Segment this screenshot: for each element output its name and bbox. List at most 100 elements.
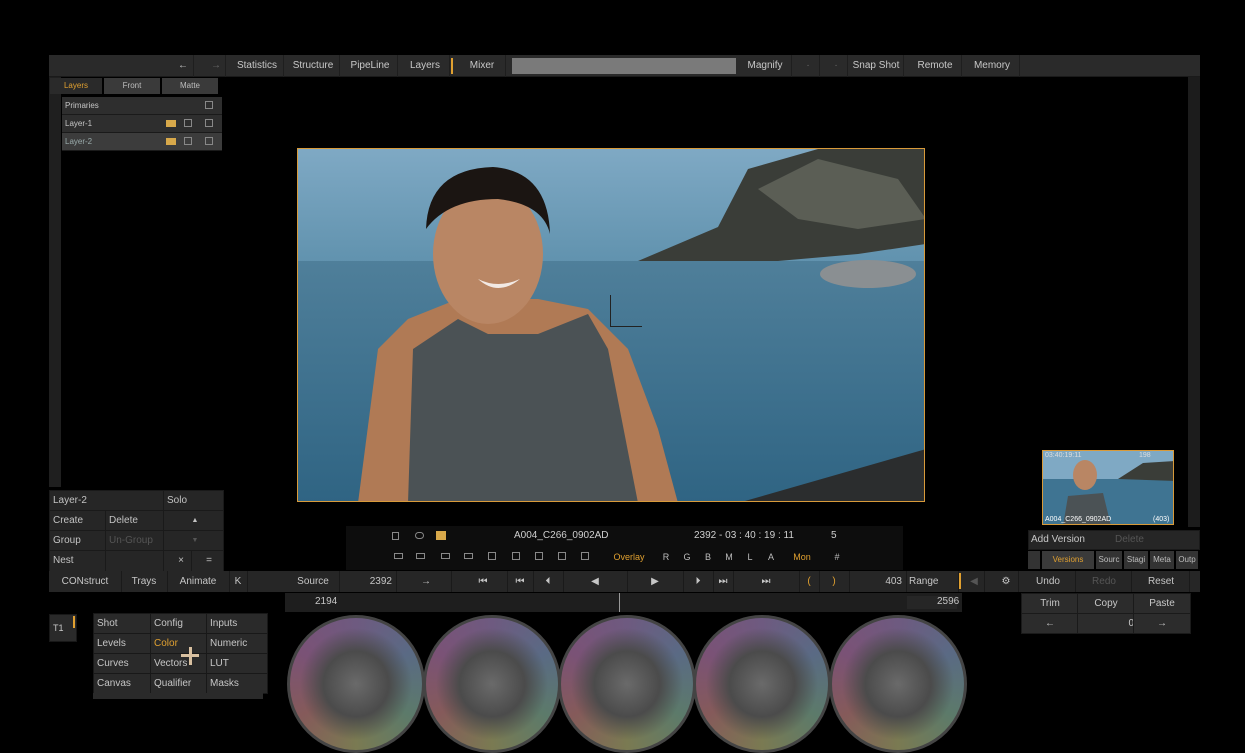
color-wheel-2[interactable] xyxy=(423,615,561,753)
dot-button-2[interactable]: · xyxy=(825,55,848,77)
next-key-icon[interactable]: ⏭ xyxy=(713,571,734,592)
tool-curves[interactable]: Curves xyxy=(93,653,155,674)
delete-layer-button[interactable]: Delete xyxy=(105,510,168,532)
resize-icon[interactable] xyxy=(581,552,589,560)
fullscreen-icon[interactable] xyxy=(558,552,566,560)
menu-statistics[interactable]: Statistics xyxy=(231,55,284,77)
go-start-icon[interactable]: ⏮ xyxy=(459,571,508,592)
source-button[interactable]: Source xyxy=(287,571,340,592)
tab-matte[interactable]: Matte xyxy=(162,78,218,94)
copy-button[interactable]: Copy xyxy=(1077,593,1135,614)
menu-pipeline[interactable]: PipeLine xyxy=(343,55,398,77)
frame-field[interactable]: 2392 xyxy=(339,571,397,592)
color-wheel-4[interactable] xyxy=(693,615,831,753)
left-scrollbar[interactable] xyxy=(49,77,61,487)
tab-output[interactable]: Outp xyxy=(1176,551,1198,569)
timeline-scrubber[interactable]: 2194 2596 xyxy=(285,593,962,612)
tool-canvas[interactable]: Canvas xyxy=(93,673,155,694)
equal-icon[interactable]: = xyxy=(191,550,224,572)
tool-inputs[interactable]: Inputs xyxy=(206,613,268,634)
lock-icon[interactable] xyxy=(392,532,399,540)
ungroup-button[interactable]: Un-Group xyxy=(105,530,168,552)
construct-button[interactable]: CONstruct xyxy=(49,571,122,592)
zoom-in-icon[interactable] xyxy=(512,552,520,560)
offset-field[interactable]: 0 xyxy=(1077,613,1139,634)
redo-button[interactable]: Redo xyxy=(1077,571,1132,592)
tab-meta[interactable]: Meta xyxy=(1150,551,1174,569)
playhead[interactable] xyxy=(619,593,620,612)
undo-button[interactable]: Undo xyxy=(1021,571,1076,592)
forward-arrow-icon[interactable]: → xyxy=(207,55,226,77)
dot-button-1[interactable]: · xyxy=(797,55,820,77)
go-end-icon[interactable]: ⏭ xyxy=(733,571,800,592)
tab-stage[interactable]: Stagi xyxy=(1124,551,1148,569)
image-viewer[interactable] xyxy=(297,148,925,502)
version-thumbnail[interactable]: 03:40:19:11 198 A004_C266_0902AD (403) xyxy=(1042,450,1174,525)
channel-r[interactable]: R xyxy=(659,550,673,564)
color-wheel-3[interactable] xyxy=(558,615,696,753)
nest-field[interactable] xyxy=(105,550,168,572)
tab-versions[interactable]: Versions xyxy=(1042,551,1094,569)
version-tab-handle[interactable] xyxy=(1028,551,1040,569)
range-left-icon[interactable]: ◀ xyxy=(964,571,985,592)
menu-snapshot[interactable]: Snap Shot xyxy=(849,55,904,77)
right-scrollbar[interactable] xyxy=(1188,77,1200,527)
link-icon[interactable] xyxy=(415,532,424,539)
play-reverse-icon[interactable]: ◀ xyxy=(563,571,628,592)
mon-button[interactable]: Mon xyxy=(787,550,817,564)
keyframe-button[interactable]: K xyxy=(229,571,248,592)
tool-masks[interactable]: Masks xyxy=(206,673,268,694)
monitor-icon[interactable] xyxy=(205,137,213,145)
menu-memory[interactable]: Memory xyxy=(965,55,1020,77)
clip-color-swatch[interactable] xyxy=(436,531,446,540)
step-back-icon[interactable]: ⏴ xyxy=(533,571,564,592)
layer-color-swatch[interactable] xyxy=(166,138,176,145)
tool-config[interactable]: Config xyxy=(150,613,211,634)
nest-button[interactable]: Nest xyxy=(49,550,110,572)
tab-front[interactable]: Front xyxy=(104,78,160,94)
zoom-out-icon[interactable] xyxy=(488,552,496,560)
monitor-icon[interactable] xyxy=(205,101,213,109)
tool-qualifier[interactable]: Qualifier xyxy=(150,673,211,694)
group-button[interactable]: Group xyxy=(49,530,110,552)
next-arrow-icon[interactable]: → xyxy=(1133,613,1191,634)
channel-m[interactable]: M xyxy=(722,550,736,564)
prev-arrow-icon[interactable]: ← xyxy=(1021,613,1079,634)
tab-source[interactable]: Sourc xyxy=(1096,551,1122,569)
monitor-icon[interactable] xyxy=(205,119,213,127)
layer-color-swatch[interactable] xyxy=(166,120,176,127)
solo-button[interactable]: Solo xyxy=(163,490,224,512)
step-forward-icon[interactable]: ⏵ xyxy=(683,571,714,592)
menu-mixer[interactable]: Mixer xyxy=(459,55,506,77)
visibility-icon[interactable] xyxy=(184,119,192,127)
layer-row-layer-1[interactable]: Layer-1 xyxy=(62,115,222,133)
tool-lut[interactable]: LUT xyxy=(206,653,268,674)
layer-row-layer-2[interactable]: Layer-2 xyxy=(62,133,222,151)
settings-gear-icon[interactable]: ⚙ xyxy=(994,571,1019,592)
menu-layers[interactable]: Layers xyxy=(401,55,450,77)
channel-g[interactable]: G xyxy=(680,550,694,564)
back-arrow-icon[interactable]: ← xyxy=(173,55,194,77)
channel-l[interactable]: L xyxy=(743,550,757,564)
trays-button[interactable]: Trays xyxy=(121,571,168,592)
move-up-icon[interactable]: ▲ xyxy=(163,510,224,532)
goto-arrow-icon[interactable]: → xyxy=(401,571,452,592)
mark-out-icon[interactable]: ) xyxy=(819,571,850,592)
end-frame-field[interactable]: 403 xyxy=(849,571,907,592)
mark-in-icon[interactable]: ( xyxy=(799,571,820,592)
trim-button[interactable]: Trim xyxy=(1021,593,1079,614)
delete-version-button[interactable]: Delete xyxy=(1115,534,1144,545)
add-version-button[interactable]: Add Version xyxy=(1031,534,1085,545)
layer-row-primaries[interactable]: Primaries xyxy=(62,97,222,115)
tab-layers[interactable]: Layers xyxy=(50,78,102,94)
split-icon[interactable] xyxy=(416,553,425,559)
tool-levels[interactable]: Levels xyxy=(93,633,155,654)
channel-b[interactable]: B xyxy=(701,550,715,564)
tool-shot[interactable]: Shot xyxy=(93,613,155,634)
channel-a[interactable]: A xyxy=(764,550,778,564)
color-wheel-1[interactable] xyxy=(287,615,425,753)
tray-t1[interactable]: T1 xyxy=(49,614,77,642)
strip-icon[interactable] xyxy=(464,553,473,559)
menu-structure[interactable]: Structure xyxy=(287,55,340,77)
film-icon[interactable] xyxy=(441,553,450,559)
